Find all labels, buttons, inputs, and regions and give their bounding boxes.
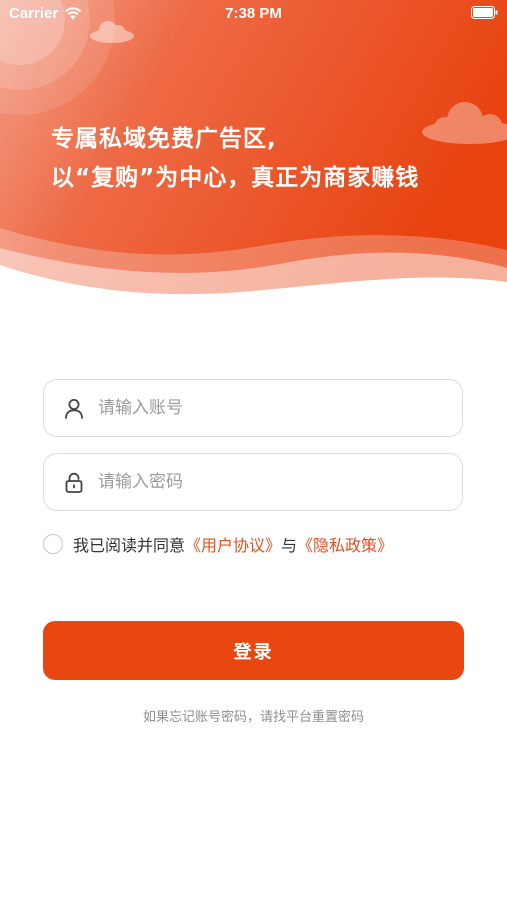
slogan-line-2: 以“复购”为中心，真正为商家赚钱 (51, 165, 420, 191)
status-time: 7:38 PM (225, 5, 282, 22)
status-bar: Carrier 7:38 PM (0, 0, 507, 28)
forgot-password-hint: 如果忘记账号密码，请找平台重置密码 (142, 710, 364, 725)
password-input[interactable] (96, 471, 440, 493)
lock-icon (63, 471, 85, 493)
agreement-row: 我已阅读并同意 《用户协议》 与 《隐私政策》 (43, 531, 393, 557)
slogan: 专属私域免费广告区, 以“复购”为中心，真正为商家赚钱 (51, 120, 419, 198)
header-banner: Carrier 7:38 PM 专属私域免费广告区, 以“复购”为中心，真正为商… (0, 0, 507, 310)
battery-icon (471, 6, 498, 19)
password-field[interactable] (43, 453, 463, 511)
user-icon (63, 397, 85, 419)
slogan-line-1: 专属私域免费广告区, (51, 126, 277, 152)
agreement-conjunction: 与 (281, 536, 298, 555)
privacy-policy-link[interactable]: 《隐私政策》 (297, 532, 393, 556)
user-agreement-link[interactable]: 《用户协议》 (185, 532, 281, 556)
account-field[interactable] (43, 379, 463, 437)
agreement-checkbox[interactable] (43, 534, 63, 554)
login-button[interactable]: 登录 (43, 621, 464, 680)
agreement-prefix: 我已阅读并同意 (73, 536, 186, 555)
account-input[interactable] (96, 397, 440, 419)
